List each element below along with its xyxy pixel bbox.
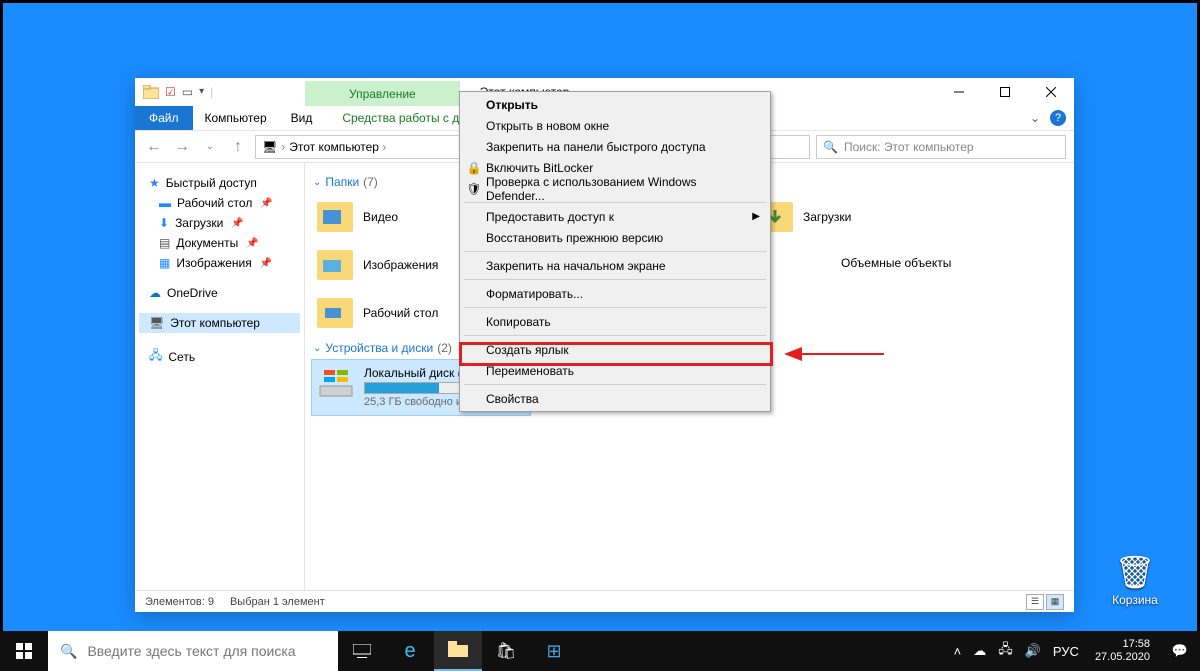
bitlocker-icon: 🔒	[466, 161, 482, 175]
taskbar-edge[interactable]: e	[386, 631, 434, 671]
desktop-recycle-bin[interactable]: 🗑 Корзина	[1098, 553, 1172, 607]
shield-icon: 🛡	[466, 182, 482, 196]
taskbar: 🔍 Введите здесь текст для поиска e 🛍 ⊞ ˄…	[0, 631, 1200, 671]
tray-volume-icon[interactable]: 🔊	[1019, 643, 1047, 659]
annotation-arrow	[784, 344, 884, 364]
onedrive-icon: ☁	[149, 286, 161, 300]
ribbon-tab-file[interactable]: Файл	[135, 106, 193, 130]
ribbon-tab-computer[interactable]: Компьютер	[193, 106, 279, 130]
nav-quick-access[interactable]: ★Быстрый доступ	[139, 173, 300, 193]
chevron-down-icon: ⌄	[313, 177, 321, 188]
nav-desktop[interactable]: ▬Рабочий стол📌	[139, 193, 300, 213]
pin-icon: 📌	[246, 238, 258, 249]
edge-icon: e	[404, 640, 415, 663]
tray-network-icon[interactable]: 🖧	[992, 640, 1019, 662]
view-tiles-button[interactable]: ▦	[1046, 594, 1064, 610]
store-icon: 🛍	[496, 641, 516, 661]
taskbar-store[interactable]: 🛍	[482, 631, 530, 671]
pc-icon: 🖥	[262, 140, 277, 154]
minimize-button[interactable]	[936, 78, 982, 106]
cm-open[interactable]: Открыть	[462, 94, 768, 115]
cm-pin-start[interactable]: Закрепить на начальном экране	[462, 255, 768, 276]
tray-language[interactable]: РУС	[1047, 644, 1085, 659]
qat-dropdown-icon[interactable]: ▾	[199, 86, 204, 97]
downloads-icon: ⬇	[159, 216, 169, 230]
ribbon-expand-icon[interactable]: ⌄	[1030, 111, 1040, 125]
close-button[interactable]	[1028, 78, 1074, 106]
cm-create-shortcut[interactable]: Создать ярлык	[462, 339, 768, 360]
cm-pin-quick-access[interactable]: Закрепить на панели быстрого доступа	[462, 136, 768, 157]
windows-drive-icon	[318, 366, 354, 409]
nav-this-pc[interactable]: 🖥Этот компьютер	[139, 313, 300, 333]
nav-forward-button[interactable]: →	[171, 136, 193, 158]
pictures-folder-icon	[315, 247, 355, 283]
nav-downloads[interactable]: ⬇Загрузки📌	[139, 213, 300, 233]
cm-format[interactable]: Форматировать...	[462, 283, 768, 304]
status-item-count: Элементов: 9	[145, 596, 214, 608]
qat-new-folder-icon[interactable]: ▭	[182, 85, 193, 99]
cm-restore-previous[interactable]: Восстановить прежнюю версию	[462, 227, 768, 248]
view-details-button[interactable]: ☰	[1026, 594, 1044, 610]
status-selected: Выбран 1 элемент	[230, 596, 325, 608]
desktop-folder-icon	[315, 295, 355, 331]
nav-up-button[interactable]: ↑	[227, 136, 249, 158]
taskbar-settings[interactable]: ⊞	[530, 631, 578, 671]
help-icon[interactable]: ?	[1050, 110, 1066, 126]
cm-give-access[interactable]: Предоставить доступ к▶	[462, 206, 768, 227]
pin-icon: 📌	[231, 218, 243, 229]
tray-chevron-up-icon[interactable]: ˄	[948, 644, 968, 659]
star-icon: ★	[149, 176, 160, 190]
folder-icon	[448, 641, 468, 660]
nav-onedrive[interactable]: ☁OneDrive	[139, 283, 300, 303]
cm-copy[interactable]: Копировать	[462, 311, 768, 332]
maximize-button[interactable]	[982, 78, 1028, 106]
action-center-button[interactable]: 💬	[1160, 643, 1200, 659]
documents-icon: ▤	[159, 236, 170, 250]
system-tray: ˄ ☁ 🖧 🔊 РУС 17:58 27.05.2020 💬	[948, 631, 1200, 671]
network-icon: 🖧	[149, 346, 162, 367]
nav-back-button[interactable]: ←	[143, 136, 165, 158]
taskbar-search[interactable]: 🔍 Введите здесь текст для поиска	[48, 631, 338, 671]
settings-icon: ⊞	[546, 641, 561, 662]
folder-downloads[interactable]: Загрузки	[751, 193, 971, 241]
chevron-right-icon: ▶	[752, 211, 760, 222]
recycle-bin-icon: 🗑	[1098, 553, 1172, 591]
cm-properties[interactable]: Свойства	[462, 388, 768, 409]
desktop-icon: ▬	[159, 196, 171, 210]
nav-documents[interactable]: ▤Документы📌	[139, 233, 300, 253]
qat-explorer-icon	[143, 85, 159, 100]
nav-recent-dropdown[interactable]: ⌄	[199, 136, 221, 158]
context-menu: Открыть Открыть в новом окне Закрепить н…	[459, 91, 771, 412]
search-placeholder: Поиск: Этот компьютер	[844, 140, 974, 154]
chevron-down-icon: ⌄	[313, 343, 321, 354]
cm-rename[interactable]: Переименовать	[462, 360, 768, 381]
folder-3d-objects[interactable]: Объемные объекты	[751, 241, 971, 289]
status-bar: Элементов: 9 Выбран 1 элемент ☰ ▦	[135, 590, 1074, 612]
ribbon-contextual-tab-manage[interactable]: Управление	[305, 81, 460, 106]
navigation-pane: ★Быстрый доступ ▬Рабочий стол📌 ⬇Загрузки…	[135, 163, 305, 590]
tray-clock[interactable]: 17:58 27.05.2020	[1085, 638, 1160, 664]
search-icon: 🔍	[823, 140, 838, 154]
taskbar-explorer[interactable]	[434, 631, 482, 671]
start-button[interactable]	[0, 631, 48, 671]
search-icon: 🔍	[60, 643, 77, 660]
cm-open-new-window[interactable]: Открыть в новом окне	[462, 115, 768, 136]
video-folder-icon	[315, 199, 355, 235]
pin-icon: 📌	[260, 258, 272, 269]
nav-pictures[interactable]: ▦Изображения📌	[139, 253, 300, 273]
nav-network[interactable]: 🖧Сеть	[139, 343, 300, 370]
qat-properties-icon[interactable]: ☑	[165, 85, 176, 99]
cm-defender[interactable]: 🛡Проверка с использованием Windows Defen…	[462, 178, 768, 199]
pc-icon: 🖥	[149, 316, 164, 330]
breadcrumb[interactable]: Этот компьютер	[289, 140, 386, 154]
pictures-icon: ▦	[159, 256, 170, 270]
pin-icon: 📌	[260, 198, 272, 209]
task-view-button[interactable]	[338, 631, 386, 671]
tray-onedrive-icon[interactable]: ☁	[967, 643, 992, 659]
ribbon-tab-view[interactable]: Вид	[279, 106, 325, 130]
search-input[interactable]: 🔍 Поиск: Этот компьютер	[816, 135, 1066, 159]
